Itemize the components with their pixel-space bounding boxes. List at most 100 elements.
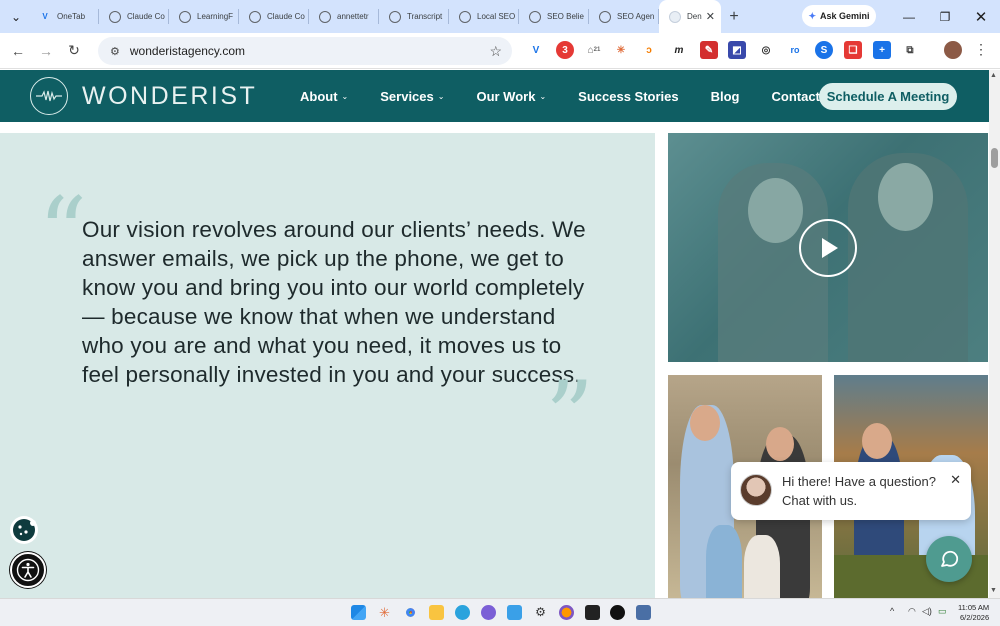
extension-blue-circle-icon[interactable]: S <box>815 41 833 59</box>
browser-tab[interactable]: SEO Agen <box>589 0 659 33</box>
forward-button[interactable]: → <box>32 37 60 65</box>
tray-overflow-icon[interactable]: ^ <box>890 606 894 616</box>
browser-toolbar: ← → ↻ ⚙ wonderistagency.com ☆ V 3 ⌂ 21 ✳ … <box>0 33 1000 69</box>
chat-message: Hi there! Have a question? Chat with us. <box>782 472 936 510</box>
nav-item-about[interactable]: About ⌄ <box>300 89 348 104</box>
scroll-thumb[interactable] <box>991 148 998 168</box>
chevron-down-icon: ⌄ <box>341 91 349 101</box>
volume-icon[interactable]: ◁) <box>922 606 932 617</box>
battery-icon[interactable]: ▭ <box>938 606 947 617</box>
extension-square-icon[interactable]: ◩ <box>728 41 746 59</box>
site-header: WONDERIST About ⌄ Services ⌄ Our Work ⌄ Succes… <box>0 70 989 122</box>
extension-notification-icon[interactable]: 3 <box>556 41 574 59</box>
extension-s-icon[interactable]: ɔ <box>640 41 658 59</box>
nav-item-contact[interactable]: Contact <box>772 89 820 104</box>
browser-tab[interactable]: annettetr <box>309 0 379 33</box>
minimize-button[interactable]: — <box>890 0 928 33</box>
extension-pen-icon[interactable]: ✎ <box>700 41 718 59</box>
browser-tab-label: Claude Co <box>267 12 305 21</box>
extension-red-icon[interactable]: ❏ <box>844 41 862 59</box>
video-player[interactable] <box>668 133 988 362</box>
extension-ro-icon[interactable]: ro <box>786 41 804 59</box>
scroll-down-icon[interactable]: ▼ <box>990 587 997 594</box>
browser-tab-label: LearningF <box>197 12 234 21</box>
browser-menu-icon[interactable]: ⋮ <box>974 41 988 58</box>
browser-tab[interactable]: Transcript <box>379 0 449 33</box>
extension-plus-icon[interactable]: + <box>873 41 891 59</box>
extensions-puzzle-icon[interactable]: ⧉ <box>901 41 919 59</box>
nav-item-blog[interactable]: Blog <box>711 89 740 104</box>
chat-message-line: Hi there! Have a question? <box>782 474 936 489</box>
site-logo[interactable]: WONDERIST <box>30 77 257 115</box>
nav-item-services[interactable]: Services ⌄ <box>380 89 444 104</box>
play-icon <box>822 238 838 258</box>
browser-tab-label: Den <box>687 12 702 21</box>
extension-home-icon[interactable]: ⌂ 21 <box>585 41 603 59</box>
browser-tab-active[interactable]: Den ✕ <box>659 0 721 33</box>
globe-favicon-icon <box>599 10 611 23</box>
browser-tab-label: SEO Agen <box>617 12 655 21</box>
ask-gemini-label: Ask Gemini <box>820 11 870 21</box>
browser-tab[interactable]: SEO Belie <box>519 0 589 33</box>
nav-item-success-stories[interactable]: Success Stories <box>578 89 678 104</box>
chat-popup[interactable]: Hi there! Have a question? Chat with us.… <box>731 462 971 520</box>
nav-item-label: Contact <box>771 88 820 104</box>
accessibility-icon <box>16 558 40 582</box>
restore-button[interactable]: ❐ <box>926 0 964 33</box>
browser-tab[interactable]: Claude Co <box>99 0 169 33</box>
photos-icon[interactable] <box>636 605 651 620</box>
schedule-meeting-button[interactable]: Schedule A Meeting <box>819 83 957 110</box>
video-thumbnail-head <box>748 178 803 243</box>
tab-search-chevron-icon[interactable]: ⌄ <box>3 4 29 30</box>
extension-claude-icon[interactable]: ✳ <box>612 41 630 59</box>
close-window-button[interactable]: ✕ <box>962 0 1000 33</box>
terminal-icon[interactable] <box>585 605 600 620</box>
browser-tab-label: OneTab <box>57 12 86 21</box>
chat-close-icon[interactable]: ✕ <box>950 472 961 488</box>
nav-item-our-work[interactable]: Our Work ⌄ <box>476 89 546 104</box>
browser-tab[interactable]: Claude Co <box>239 0 309 33</box>
back-button[interactable]: ← <box>4 37 32 65</box>
globe-favicon-icon <box>529 10 541 23</box>
extension-v-icon[interactable]: V <box>527 41 545 59</box>
chevron-down-icon: ⌄ <box>437 91 445 101</box>
bookmark-star-icon[interactable]: ☆ <box>489 43 502 60</box>
site-info-icon[interactable]: ⚙ <box>110 45 120 58</box>
scroll-up-icon[interactable]: ▲ <box>990 72 997 79</box>
quote-panel: “ Our vision revolves around our clients… <box>0 133 655 598</box>
start-windows-icon[interactable] <box>351 605 366 620</box>
settings-gear-icon[interactable]: ⚙ <box>533 605 548 620</box>
profile-avatar[interactable] <box>944 41 962 59</box>
tab-list: V OneTab Claude Co LearningF Claude Co annett… <box>29 0 721 33</box>
extension-m-icon[interactable]: m <box>670 41 688 59</box>
media-player-icon[interactable] <box>610 605 625 620</box>
app-purple-icon[interactable] <box>481 605 496 620</box>
firefox-icon[interactable] <box>559 605 574 620</box>
extension-circle-icon[interactable]: ◎ <box>757 41 775 59</box>
address-bar[interactable]: ⚙ wonderistagency.com ☆ <box>98 37 512 65</box>
browser-tab[interactable]: LearningF <box>169 0 239 33</box>
notepad-icon[interactable] <box>507 605 522 620</box>
reload-button[interactable]: ↻ <box>60 37 88 65</box>
page-scrollbar[interactable]: ▲ ▼ <box>989 70 1000 598</box>
ask-gemini-button[interactable]: ✦ Ask Gemini <box>802 5 876 27</box>
chrome-app-icon[interactable] <box>403 605 418 620</box>
cookie-settings-button[interactable] <box>10 516 38 544</box>
play-button[interactable] <box>799 219 857 277</box>
system-clock[interactable]: 11:05 AM 6/2/2026 <box>958 603 989 623</box>
chat-launcher-button[interactable] <box>926 536 972 582</box>
accessibility-button[interactable] <box>10 552 46 588</box>
browser-tab[interactable]: V OneTab <box>29 0 99 33</box>
nav-item-label: Our Work <box>476 88 536 104</box>
claude-app-icon[interactable]: ✳ <box>377 605 392 620</box>
tab-close-icon[interactable]: ✕ <box>706 10 715 23</box>
cookie-icon <box>13 519 36 541</box>
globe-favicon-icon <box>389 10 401 23</box>
browser-tab[interactable]: Local SEO <box>449 0 519 33</box>
file-explorer-icon[interactable] <box>429 605 444 620</box>
new-tab-button[interactable]: + <box>721 8 747 26</box>
clock-time: 11:05 AM <box>958 603 990 612</box>
wifi-icon[interactable]: ◠ <box>908 606 916 617</box>
telegram-icon[interactable] <box>455 605 470 620</box>
main-nav: About ⌄ Services ⌄ Our Work ⌄ Success Stories B… <box>300 70 852 122</box>
